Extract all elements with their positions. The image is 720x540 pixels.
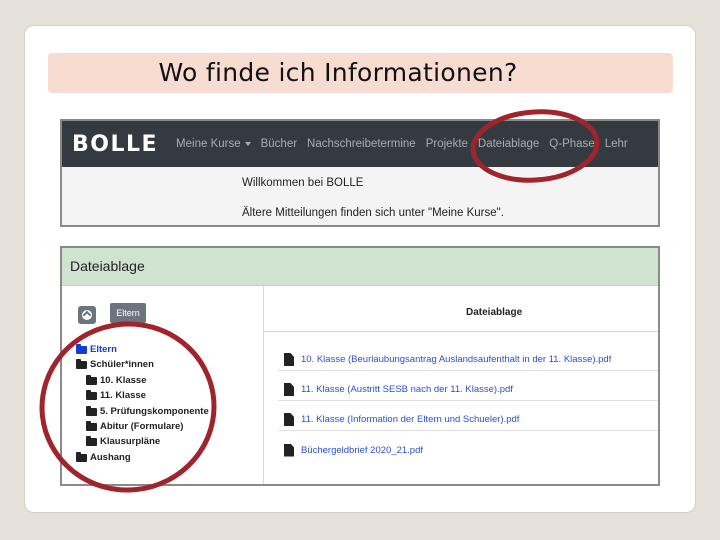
file-link[interactable]: 11. Klasse (Austritt SESB nach der 11. K… [301,384,513,395]
panel-header: Dateiablage [62,248,658,286]
nav-item-nachschreibetermine[interactable]: Nachschreibetermine [307,138,416,150]
folder-icon [86,420,97,431]
folder-icon [86,435,97,446]
folder-icon [76,358,87,369]
file-row[interactable]: 11. Klasse (Information der Eltern und S… [278,409,658,431]
file-icon [284,383,294,396]
nav-item-lehr[interactable]: Lehr [605,138,628,150]
nav-item-projekte[interactable]: Projekte [426,138,468,150]
welcome-text: Willkommen bei BOLLE [242,177,364,189]
nav-item-buecher[interactable]: Bücher [261,138,297,150]
nav-item-meine-kurse[interactable]: Meine Kurse [176,138,251,150]
file-row[interactable]: 11. Klasse (Austritt SESB nach der 11. K… [278,379,658,401]
folder-icon [86,405,97,416]
folder-icon [76,451,87,462]
file-icon [284,353,294,366]
file-link[interactable]: 11. Klasse (Information der Eltern und S… [301,414,519,425]
tree-folder-11-klasse[interactable]: 11. Klasse [86,389,146,401]
tree-folder-pruefungskomponente[interactable]: 5. Prüfungskomponente [86,405,209,417]
welcome-area: Willkommen bei BOLLE Ältere Mitteilungen… [62,167,658,225]
files-column-header: Dateiablage [466,307,523,318]
tree-folder-eltern[interactable]: Eltern [76,343,117,355]
tree-folder-abitur-formulare[interactable]: Abitur (Formulare) [86,420,183,432]
dateiablage-screenshot: Dateiablage Eltern Dateiablage Eltern Sc… [60,246,660,486]
file-icon [284,413,294,426]
file-row[interactable]: Büchergeldbrief 2020_21.pdf [278,439,658,461]
older-messages-text: Ältere Mitteilungen finden sich unter "M… [242,207,504,219]
file-link[interactable]: 10. Klasse (Beurlaubungsantrag Auslandsa… [301,354,611,365]
arrow-up-icon [82,310,92,320]
bolle-logo[interactable]: BOLLE [72,132,158,157]
tree-folder-schueler-innen[interactable]: Schüler*innen [76,358,154,370]
breadcrumb-eltern-button[interactable]: Eltern [110,303,146,323]
slide-title: Wo finde ich Informationen? [158,58,518,87]
tree-folder-klausurplaene[interactable]: Klausurpläne [86,435,160,447]
nav-item-q-phase[interactable]: Q-Phase [549,138,594,150]
tree-folder-aushang[interactable]: Aushang [76,451,131,463]
panel-title: Dateiablage [70,258,145,274]
folder-icon [86,389,97,400]
bolle-navbar-screenshot: BOLLE Meine Kurse Bücher Nachschreibeter… [60,119,660,227]
folder-icon [76,343,87,354]
file-link[interactable]: Büchergeldbrief 2020_21.pdf [301,445,423,456]
file-row[interactable]: 10. Klasse (Beurlaubungsantrag Auslandsa… [278,349,658,371]
back-button[interactable] [78,306,96,324]
chevron-down-icon [244,141,251,146]
folder-icon [86,374,97,385]
file-icon [284,443,294,457]
tree-folder-10-klasse[interactable]: 10. Klasse [86,374,146,386]
nav-item-dateiablage[interactable]: Dateiablage [478,138,539,150]
navbar: BOLLE Meine Kurse Bücher Nachschreibeter… [62,121,658,167]
